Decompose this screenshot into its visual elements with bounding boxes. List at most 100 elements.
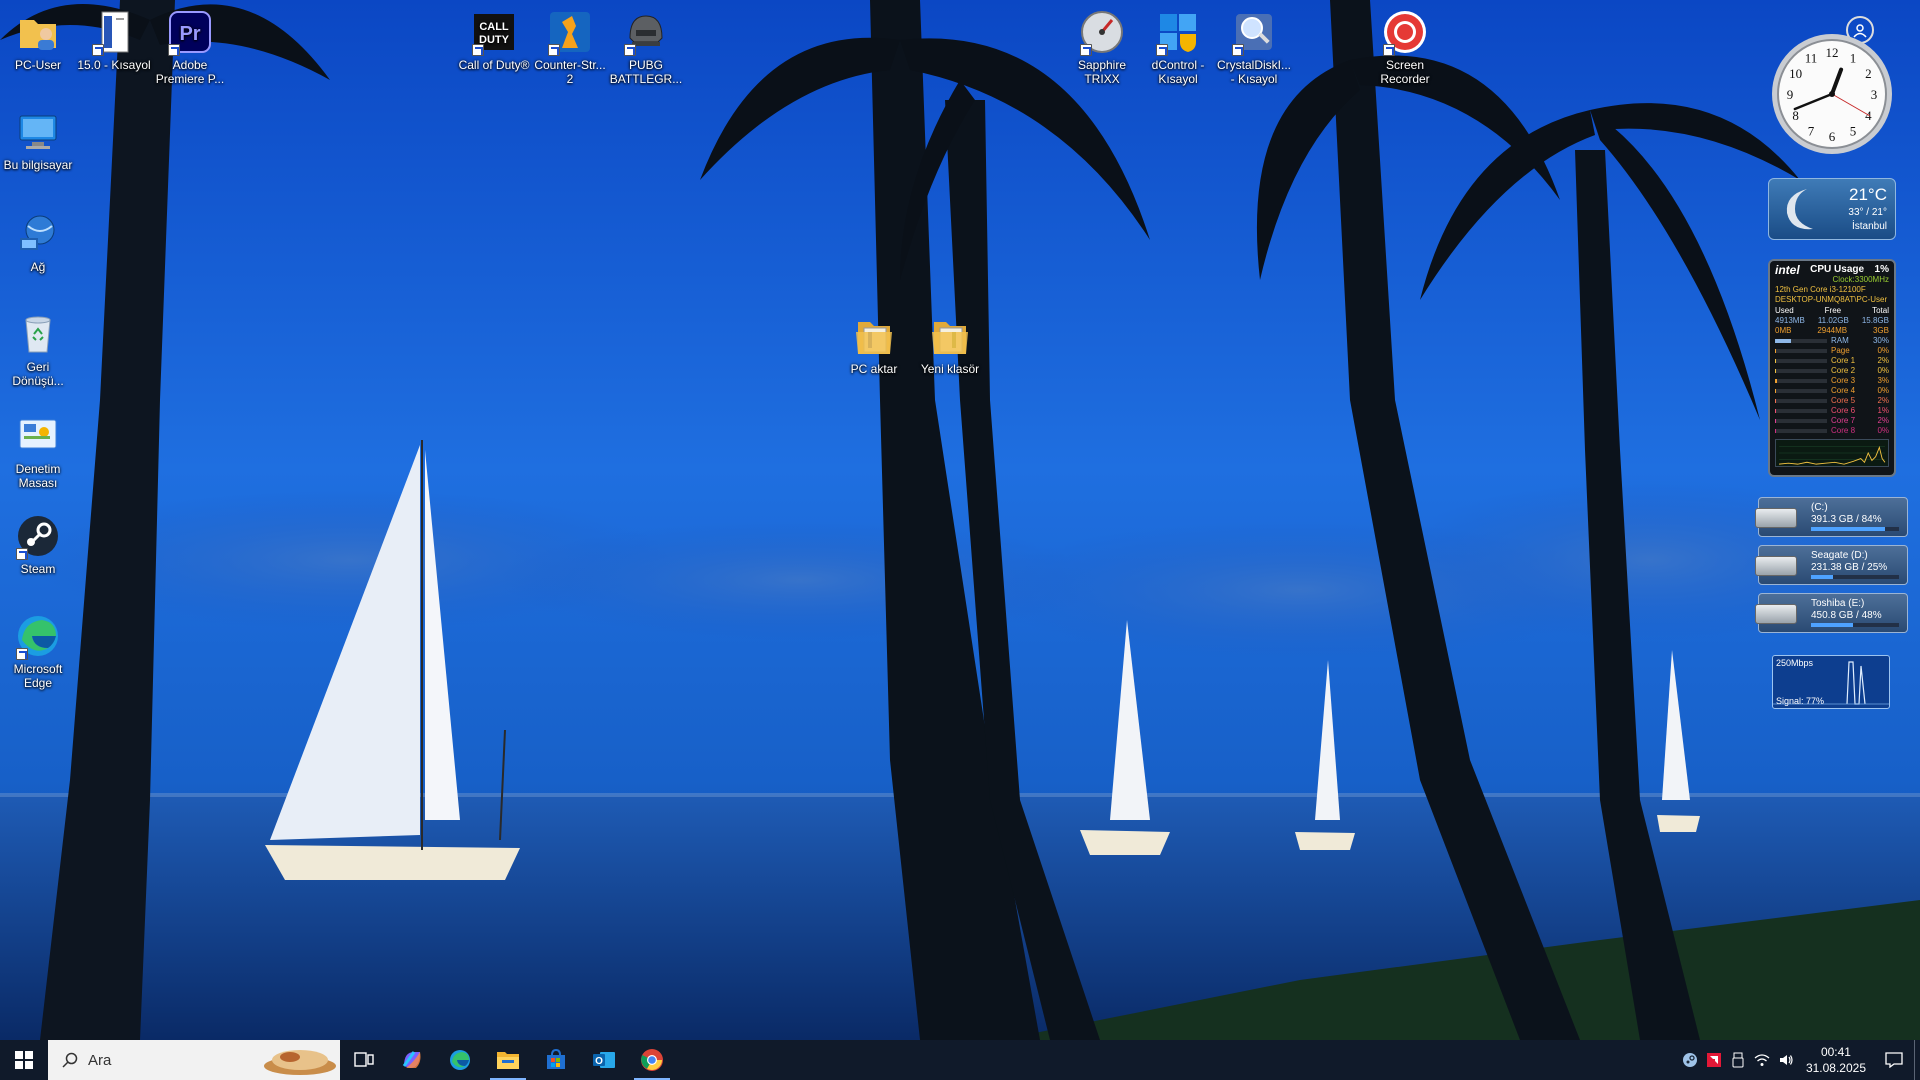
desktop-icon-crystaldiskinfo[interactable]: CrystalDiskI... - Kısayol [1216, 8, 1292, 86]
shortcut-arrow-icon [1383, 44, 1395, 56]
cpu-meter-name: Core 6 [1831, 406, 1856, 415]
notification-icon [1885, 1052, 1903, 1068]
desktop-icon-label: Denetim Masası [15, 462, 61, 490]
clock-numeral: 10 [1789, 66, 1802, 81]
desktop-icon-control-panel[interactable]: Denetim Masası [0, 412, 76, 490]
start-button[interactable] [0, 1040, 48, 1080]
cpu-meter-row: Core 3 3% [1775, 376, 1889, 386]
cpu-meter-name: Page [1831, 346, 1850, 355]
microsoft-store-button[interactable] [532, 1040, 580, 1080]
desktop-icon-recycle-bin[interactable]: Geri Dönüşü... [0, 310, 76, 388]
amd-software-icon [1706, 1053, 1721, 1067]
desktop-icon-label: CrystalDiskI... - Kısayol [1216, 58, 1291, 86]
drive-usage-bar [1811, 575, 1899, 579]
cpu-meter-row: Page 0% [1775, 346, 1889, 356]
shortcut-arrow-icon [16, 648, 28, 660]
outlook-button[interactable]: O [580, 1040, 628, 1080]
drive-info: 231.38 GB / 25% [1811, 562, 1888, 573]
cpu-meter-row: Core 4 0% [1775, 386, 1889, 396]
cpu-usage-gadget[interactable]: intel CPU Usage 1% Clock:3300MHz 12th Ge… [1768, 259, 1896, 477]
weather-gadget[interactable]: 21°C 33° / 21° İstanbul [1768, 178, 1896, 240]
desktop-icon-adobe-premiere[interactable]: Pr Adobe Premiere P... [152, 8, 228, 86]
file-explorer-button[interactable] [484, 1040, 532, 1080]
edge-taskbar-button[interactable] [436, 1040, 484, 1080]
desktop-icon-this-pc[interactable]: Bu bilgisayar [0, 108, 76, 172]
drive-name: Toshiba (E:) [1811, 598, 1865, 609]
cpu-meter-bar [1775, 369, 1827, 373]
clock-numeral: 12 [1826, 45, 1839, 60]
desktop-icon-label: 15.0 - Kısayol [77, 58, 151, 72]
clock-numeral: 5 [1850, 123, 1857, 138]
taskbar-clock[interactable]: 00:41 31.08.2025 [1798, 1044, 1874, 1076]
clock-numeral: 11 [1805, 51, 1818, 66]
desktop-icon-pc-user[interactable]: PC-User [0, 8, 76, 72]
desktop-icon-counter-strike[interactable]: Counter-Str... 2 [532, 8, 608, 86]
taskbar-time: 00:41 [1820, 1045, 1851, 1059]
show-desktop-button[interactable] [1914, 1040, 1920, 1080]
steam-icon [14, 512, 62, 560]
file-explorer-icon [497, 1052, 519, 1069]
cpu-meter-value: 0% [1877, 426, 1889, 435]
cpu-meter-row: Core 8 0% [1775, 426, 1889, 436]
svg-text:CALL: CALL [479, 21, 509, 33]
steam-tray-button[interactable] [1678, 1040, 1702, 1080]
weather-city: İstanbul [1851, 221, 1887, 232]
network-tray-button[interactable] [1750, 1040, 1774, 1080]
drive-gadget-c[interactable]: (C:) 391.3 GB / 84% [1755, 497, 1908, 537]
cpu-meter-name: Core 8 [1831, 426, 1856, 435]
desktop-icon-label: Steam [20, 562, 56, 576]
desktop-icon-screen-recorder[interactable]: Screen Recorder [1367, 8, 1443, 86]
desktop-icon-steam[interactable]: Steam [0, 512, 76, 576]
desktop-icon-yeni-klasor[interactable]: Yeni klasör [912, 312, 988, 376]
taskbar-date: 31.08.2025 [1805, 1061, 1866, 1075]
hard-drive-icon [1755, 556, 1797, 576]
cpu-meter-fill [1775, 429, 1777, 433]
desktop-icon-sapphire-trixx[interactable]: Sapphire TRIXX [1064, 8, 1140, 86]
desktop-icon-dcontrol[interactable]: dControl - Kısayol [1140, 8, 1216, 86]
control-panel-icon [14, 412, 62, 460]
volume-tray-button[interactable] [1774, 1040, 1798, 1080]
clock-numeral: 3 [1871, 87, 1878, 102]
desktop-icon-network[interactable]: Ağ [0, 210, 76, 274]
cpu-meter-bar [1775, 339, 1827, 343]
desktop-icon-pc-aktar-folder[interactable]: PC aktar [836, 312, 912, 376]
shortcut-arrow-icon [1156, 44, 1168, 56]
pubg-helmet-icon [622, 8, 670, 56]
page-used: 0MB [1775, 326, 1792, 335]
network-signal: Signal: 77% [1776, 696, 1825, 706]
drive-gadget-d[interactable]: Seagate (D:) 231.38 GB / 25% [1755, 545, 1908, 585]
usb-tray-button[interactable] [1726, 1040, 1750, 1080]
desktop-icon-call-of-duty[interactable]: CALL DUTY Call of Duty® [456, 8, 532, 72]
drive-gadget-e[interactable]: Toshiba (E:) 450.8 GB / 48% [1755, 593, 1908, 633]
cpu-meter-bar [1775, 379, 1827, 383]
cpu-meter-value: 30% [1872, 336, 1889, 345]
ram-used: 4913MB [1775, 316, 1805, 325]
task-view-button[interactable] [340, 1040, 388, 1080]
cpu-meter-fill [1775, 349, 1777, 353]
drive-info: 391.3 GB / 84% [1811, 514, 1882, 525]
cpu-meter-name: Core 3 [1831, 376, 1856, 385]
drive-usage-fill [1811, 575, 1833, 579]
desktop-icon-15-shortcut[interactable]: 15.0 - Kısayol [76, 8, 152, 72]
clock-gadget[interactable]: 123456789101112 [1770, 32, 1894, 156]
copilot-button[interactable] [388, 1040, 436, 1080]
notification-center-button[interactable] [1874, 1040, 1914, 1080]
desktop-icon-microsoft-edge[interactable]: Microsoft Edge [0, 612, 76, 690]
document-file-icon [90, 8, 138, 56]
weather-temp: 21°C [1849, 185, 1887, 204]
cpu-meter-fill [1775, 399, 1777, 403]
chrome-button[interactable] [628, 1040, 676, 1080]
desktop-icon-pubg[interactable]: PUBG BATTLEGR... [608, 8, 684, 86]
drive-info: 450.8 GB / 48% [1811, 610, 1882, 621]
cpu-meter-fill [1775, 379, 1777, 383]
network-meter-gadget[interactable]: 250Mbps Signal: 77% [1772, 655, 1890, 709]
amd-tray-button[interactable] [1702, 1040, 1726, 1080]
drive-usage-fill [1811, 623, 1854, 627]
taskbar-search-box[interactable]: Ara [48, 1040, 340, 1080]
usb-drive-icon [1732, 1052, 1744, 1068]
desktop-icon-label: Screen Recorder [1380, 58, 1430, 86]
page-free: 2944MB [1817, 326, 1848, 335]
cpu-meter-value: 2% [1877, 396, 1889, 405]
windows-logo-icon [15, 1051, 33, 1069]
cpu-meter-fill [1775, 339, 1791, 343]
